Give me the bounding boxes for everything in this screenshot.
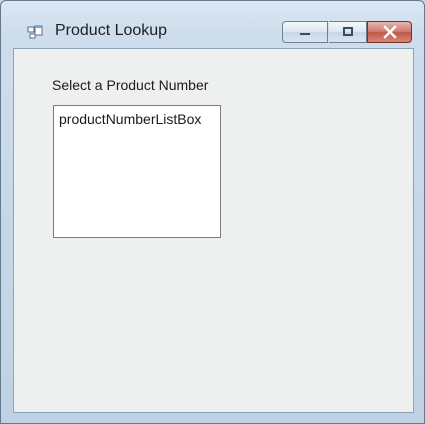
- product-number-listbox[interactable]: productNumberListBox: [53, 105, 221, 238]
- product-lookup-window: Product Lookup Select a Product Number p…: [0, 0, 425, 424]
- form-client-area: Select a Product Number productNumberLis…: [13, 48, 414, 413]
- window-controls: [282, 21, 417, 43]
- window-title: Product Lookup: [55, 22, 168, 39]
- maximize-button[interactable]: [329, 21, 367, 43]
- maximize-icon: [342, 27, 353, 36]
- window-title-bar[interactable]: Product Lookup: [1, 1, 424, 47]
- minimize-icon: [300, 33, 310, 35]
- close-icon: [382, 25, 397, 39]
- listbox-item[interactable]: productNumberListBox: [59, 111, 201, 127]
- close-button[interactable]: [367, 21, 412, 43]
- window-form-icon: [27, 25, 43, 39]
- select-product-label: Select a Product Number: [52, 77, 209, 93]
- minimize-button[interactable]: [282, 21, 328, 43]
